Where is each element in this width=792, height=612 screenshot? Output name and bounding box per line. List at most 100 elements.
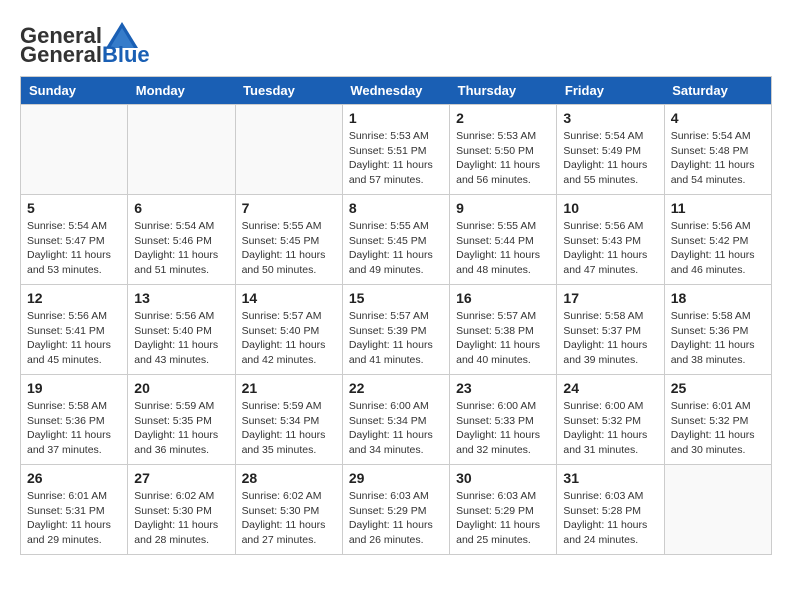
weekday-header-saturday: Saturday — [664, 77, 771, 105]
calendar-cell: 6 Sunrise: 5:54 AM Sunset: 5:46 PM Daylig… — [128, 195, 235, 285]
calendar-cell: 15 Sunrise: 5:57 AM Sunset: 5:39 PM Dayli… — [342, 285, 449, 375]
cell-info-text: Sunrise: 5:56 AM Sunset: 5:40 PM Dayligh… — [134, 309, 228, 368]
calendar-cell: 16Sunrise: 5:57 AM Sunset: 5:38 PM Dayli… — [450, 285, 557, 375]
calendar-cell: 28Sunrise: 6:02 AM Sunset: 5:30 PM Dayli… — [235, 465, 342, 555]
calendar-cell: 5Sunrise: 5:54 AM Sunset: 5:47 PM Daylig… — [21, 195, 128, 285]
cell-info-text: Sunrise: 6:01 AM Sunset: 5:31 PM Dayligh… — [27, 489, 121, 548]
cell-day-number: 29 — [349, 470, 443, 486]
calendar-cell: 4 Sunrise: 5:54 AM Sunset: 5:48 PM Daylig… — [664, 105, 771, 195]
weekday-header-wednesday: Wednesday — [342, 77, 449, 105]
cell-day-number: 20 — [134, 380, 228, 396]
calendar-cell: 25 Sunrise: 6:01 AM Sunset: 5:32 PM Dayli… — [664, 375, 771, 465]
calendar-cell: 22 Sunrise: 6:00 AM Sunset: 5:34 PM Dayli… — [342, 375, 449, 465]
cell-info-text: Sunrise: 5:57 AM Sunset: 5:40 PM Dayligh… — [242, 309, 336, 368]
cell-day-number: 25 — [671, 380, 765, 396]
cell-day-number: 11 — [671, 200, 765, 216]
weekday-header-thursday: Thursday — [450, 77, 557, 105]
cell-day-number: 1 — [349, 110, 443, 126]
cell-info-text: Sunrise: 5:56 AM Sunset: 5:42 PM Dayligh… — [671, 219, 765, 278]
calendar-cell: 3Sunrise: 5:54 AM Sunset: 5:49 PM Daylig… — [557, 105, 664, 195]
cell-info-text: Sunrise: 5:59 AM Sunset: 5:34 PM Dayligh… — [242, 399, 336, 458]
cell-info-text: Sunrise: 5:58 AM Sunset: 5:36 PM Dayligh… — [671, 309, 765, 368]
cell-day-number: 23 — [456, 380, 550, 396]
calendar-cell — [128, 105, 235, 195]
cell-info-text: Sunrise: 5:54 AM Sunset: 5:46 PM Dayligh… — [134, 219, 228, 278]
cell-day-number: 13 — [134, 290, 228, 306]
cell-day-number: 22 — [349, 380, 443, 396]
calendar-cell: 12 Sunrise: 5:56 AM Sunset: 5:41 PM Dayli… — [21, 285, 128, 375]
cell-info-text: Sunrise: 6:01 AM Sunset: 5:32 PM Dayligh… — [671, 399, 765, 458]
week-row-3: 12 Sunrise: 5:56 AM Sunset: 5:41 PM Dayli… — [21, 285, 772, 375]
cell-info-text: Sunrise: 5:54 AM Sunset: 5:48 PM Dayligh… — [671, 129, 765, 188]
cell-day-number: 12 — [27, 290, 121, 306]
weekday-header-tuesday: Tuesday — [235, 77, 342, 105]
cell-info-text: Sunrise: 5:56 AM Sunset: 5:41 PM Dayligh… — [27, 309, 121, 368]
cell-day-number: 30 — [456, 470, 550, 486]
calendar-cell: 7 Sunrise: 5:55 AM Sunset: 5:45 PM Daylig… — [235, 195, 342, 285]
calendar-cell: 17Sunrise: 5:58 AM Sunset: 5:37 PM Dayli… — [557, 285, 664, 375]
calendar-cell: 27Sunrise: 6:02 AM Sunset: 5:30 PM Dayli… — [128, 465, 235, 555]
cell-info-text: Sunrise: 6:02 AM Sunset: 5:30 PM Dayligh… — [134, 489, 228, 548]
calendar-cell: 29 Sunrise: 6:03 AM Sunset: 5:29 PM Dayli… — [342, 465, 449, 555]
calendar-cell: 23 Sunrise: 6:00 AM Sunset: 5:33 PM Dayli… — [450, 375, 557, 465]
calendar-cell: 9 Sunrise: 5:55 AM Sunset: 5:44 PM Daylig… — [450, 195, 557, 285]
cell-info-text: Sunrise: 5:55 AM Sunset: 5:45 PM Dayligh… — [349, 219, 443, 278]
cell-day-number: 7 — [242, 200, 336, 216]
cell-info-text: Sunrise: 5:55 AM Sunset: 5:45 PM Dayligh… — [242, 219, 336, 278]
cell-info-text: Sunrise: 5:54 AM Sunset: 5:47 PM Dayligh… — [27, 219, 121, 278]
calendar-cell: 13 Sunrise: 5:56 AM Sunset: 5:40 PM Dayli… — [128, 285, 235, 375]
calendar-cell: 19 Sunrise: 5:58 AM Sunset: 5:36 PM Dayli… — [21, 375, 128, 465]
cell-info-text: Sunrise: 5:57 AM Sunset: 5:39 PM Dayligh… — [349, 309, 443, 368]
cell-info-text: Sunrise: 6:02 AM Sunset: 5:30 PM Dayligh… — [242, 489, 336, 548]
cell-day-number: 6 — [134, 200, 228, 216]
cell-day-number: 3 — [563, 110, 657, 126]
calendar-cell: 1 Sunrise: 5:53 AM Sunset: 5:51 PM Daylig… — [342, 105, 449, 195]
weekday-header-monday: Monday — [128, 77, 235, 105]
calendar-cell: 18Sunrise: 5:58 AM Sunset: 5:36 PM Dayli… — [664, 285, 771, 375]
calendar-cell — [664, 465, 771, 555]
calendar-cell: 10Sunrise: 5:56 AM Sunset: 5:43 PM Dayli… — [557, 195, 664, 285]
cell-day-number: 19 — [27, 380, 121, 396]
weekday-header-friday: Friday — [557, 77, 664, 105]
week-row-2: 5Sunrise: 5:54 AM Sunset: 5:47 PM Daylig… — [21, 195, 772, 285]
cell-day-number: 8 — [349, 200, 443, 216]
cell-day-number: 14 — [242, 290, 336, 306]
cell-day-number: 31 — [563, 470, 657, 486]
cell-info-text: Sunrise: 6:00 AM Sunset: 5:33 PM Dayligh… — [456, 399, 550, 458]
cell-info-text: Sunrise: 5:57 AM Sunset: 5:38 PM Dayligh… — [456, 309, 550, 368]
cell-info-text: Sunrise: 5:59 AM Sunset: 5:35 PM Dayligh… — [134, 399, 228, 458]
cell-info-text: Sunrise: 5:55 AM Sunset: 5:44 PM Dayligh… — [456, 219, 550, 278]
calendar-cell — [235, 105, 342, 195]
calendar-cell: 8 Sunrise: 5:55 AM Sunset: 5:45 PM Daylig… — [342, 195, 449, 285]
calendar-cell — [21, 105, 128, 195]
weekday-header-row: SundayMondayTuesdayWednesdayThursdayFrid… — [21, 77, 772, 105]
cell-info-text: Sunrise: 6:03 AM Sunset: 5:28 PM Dayligh… — [563, 489, 657, 548]
calendar-cell: 31 Sunrise: 6:03 AM Sunset: 5:28 PM Dayli… — [557, 465, 664, 555]
cell-day-number: 24 — [563, 380, 657, 396]
cell-info-text: Sunrise: 5:53 AM Sunset: 5:51 PM Dayligh… — [349, 129, 443, 188]
calendar-cell: 30 Sunrise: 6:03 AM Sunset: 5:29 PM Dayli… — [450, 465, 557, 555]
cell-info-text: Sunrise: 5:58 AM Sunset: 5:37 PM Dayligh… — [563, 309, 657, 368]
cell-day-number: 26 — [27, 470, 121, 486]
week-row-5: 26 Sunrise: 6:01 AM Sunset: 5:31 PM Dayli… — [21, 465, 772, 555]
cell-day-number: 15 — [349, 290, 443, 306]
week-row-1: 1 Sunrise: 5:53 AM Sunset: 5:51 PM Daylig… — [21, 105, 772, 195]
calendar-cell: 21Sunrise: 5:59 AM Sunset: 5:34 PM Dayli… — [235, 375, 342, 465]
cell-info-text: Sunrise: 5:53 AM Sunset: 5:50 PM Dayligh… — [456, 129, 550, 188]
calendar-cell: 26 Sunrise: 6:01 AM Sunset: 5:31 PM Dayli… — [21, 465, 128, 555]
calendar-cell: 11 Sunrise: 5:56 AM Sunset: 5:42 PM Dayli… — [664, 195, 771, 285]
cell-info-text: Sunrise: 6:00 AM Sunset: 5:34 PM Dayligh… — [349, 399, 443, 458]
cell-day-number: 9 — [456, 200, 550, 216]
page-header: General GeneralBlue — [20, 20, 772, 66]
cell-day-number: 4 — [671, 110, 765, 126]
cell-info-text: Sunrise: 5:56 AM Sunset: 5:43 PM Dayligh… — [563, 219, 657, 278]
calendar-cell: 2Sunrise: 5:53 AM Sunset: 5:50 PM Daylig… — [450, 105, 557, 195]
cell-info-text: Sunrise: 6:03 AM Sunset: 5:29 PM Dayligh… — [349, 489, 443, 548]
week-row-4: 19 Sunrise: 5:58 AM Sunset: 5:36 PM Dayli… — [21, 375, 772, 465]
logo: General GeneralBlue — [20, 20, 150, 66]
calendar-table: SundayMondayTuesdayWednesdayThursdayFrid… — [20, 76, 772, 555]
cell-info-text: Sunrise: 5:58 AM Sunset: 5:36 PM Dayligh… — [27, 399, 121, 458]
cell-info-text: Sunrise: 6:03 AM Sunset: 5:29 PM Dayligh… — [456, 489, 550, 548]
calendar-cell: 20 Sunrise: 5:59 AM Sunset: 5:35 PM Dayli… — [128, 375, 235, 465]
calendar-cell: 24Sunrise: 6:00 AM Sunset: 5:32 PM Dayli… — [557, 375, 664, 465]
